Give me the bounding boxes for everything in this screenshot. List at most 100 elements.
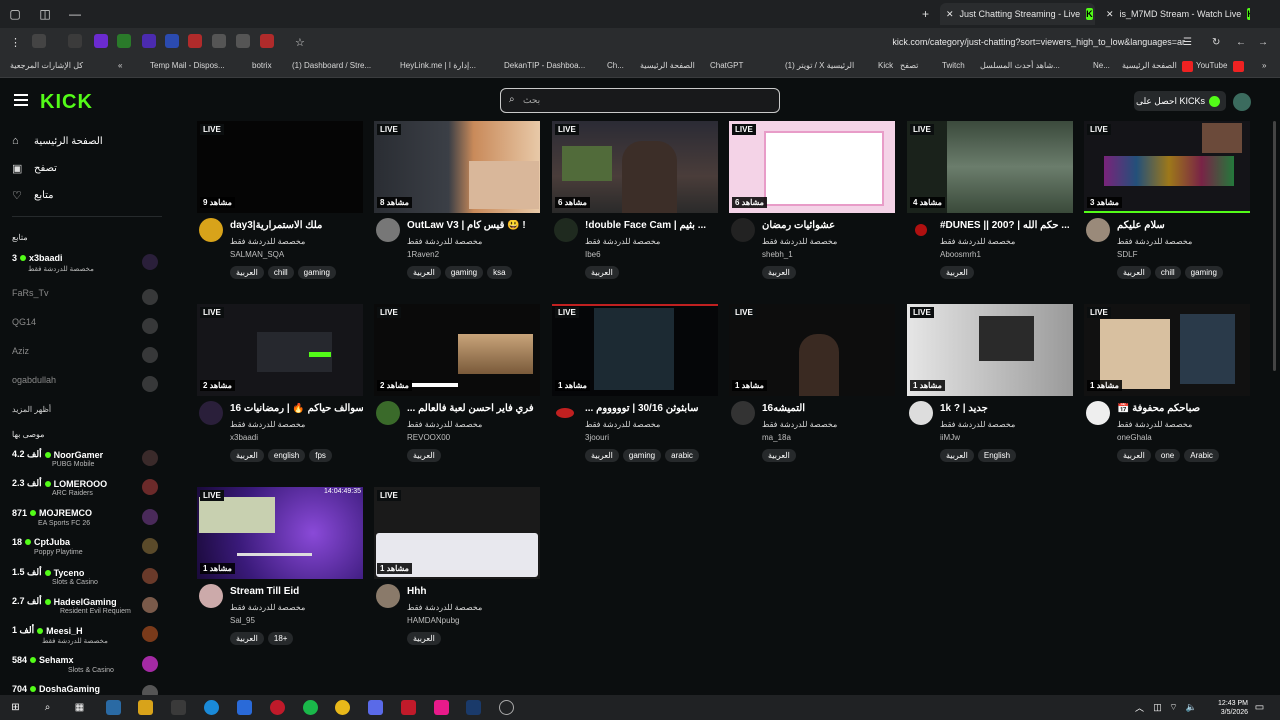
back-icon[interactable]: ← xyxy=(1236,37,1246,48)
streamer-name[interactable]: Sal_95 xyxy=(230,616,255,625)
sidebar-channel-cptjuba[interactable]: 18 CptJuba Poppy Playtime xyxy=(12,536,162,562)
stream-category[interactable]: مخصصة للدردشة فقط xyxy=(230,237,305,246)
streamer-name[interactable]: HAMDANpubg xyxy=(407,616,459,625)
stream-card[interactable]: 14:04:49:35 LIVE 1 مشاهد Stream Till Eid… xyxy=(197,487,363,669)
menu-dots-icon[interactable]: ⋮ xyxy=(10,36,21,49)
reload-icon[interactable]: ↻ xyxy=(1212,37,1220,48)
stream-title[interactable]: day3|ملك الاستمرارية xyxy=(230,220,363,231)
tab-search-icon[interactable]: ◫ xyxy=(30,7,60,21)
stream-card[interactable]: LIVE 3 مشاهد سلام عليكم مخصصة للدردشة فق… xyxy=(1084,121,1250,303)
spotify-icon[interactable] xyxy=(303,700,318,715)
tag[interactable]: العربية xyxy=(1117,266,1151,279)
tag[interactable]: Arabic xyxy=(1184,449,1219,462)
tag[interactable]: gaming xyxy=(622,449,662,462)
stream-title[interactable]: ... سابثوثن 30/16 | توووووم xyxy=(585,403,718,414)
stream-category[interactable]: مخصصة للدردشة فقط xyxy=(230,420,305,429)
avatar[interactable] xyxy=(1086,401,1110,425)
bookmark-heylink[interactable]: HeyLink.me | إدارة ا... xyxy=(400,61,476,70)
windows-start-icon[interactable]: ⊞ xyxy=(8,700,23,715)
avatar[interactable] xyxy=(731,218,755,242)
extension-icon[interactable] xyxy=(68,34,82,48)
sidebar-item-browse[interactable]: ▣ تصفح xyxy=(12,162,57,175)
search-icon[interactable]: ⌕ xyxy=(40,700,55,715)
bookmark-ne[interactable]: Ne... xyxy=(1093,61,1110,70)
stream-title[interactable]: Stream Till Eid xyxy=(230,586,363,597)
stream-title[interactable]: Hhh xyxy=(407,586,540,597)
stream-category[interactable]: مخصصة للدردشة فقط xyxy=(230,603,305,612)
tag[interactable]: ksa xyxy=(487,266,512,279)
tag[interactable]: gaming xyxy=(297,266,336,279)
tag[interactable]: english xyxy=(267,449,306,462)
avatar[interactable] xyxy=(915,224,927,236)
tag[interactable]: العربية xyxy=(407,266,441,279)
sidebar-channel-sehamx[interactable]: 584 Sehamx Slots & Casino xyxy=(12,654,162,680)
extension-icon[interactable] xyxy=(142,34,156,48)
avatar[interactable] xyxy=(554,218,578,242)
stream-category[interactable]: مخصصة للدردشة فقط xyxy=(762,420,837,429)
stream-card[interactable]: LIVE 1 مشاهد 1k ? | جديد مخصصة للدردشة ف… xyxy=(907,304,1073,486)
stream-category[interactable]: مخصصة للدردشة فقط xyxy=(407,237,482,246)
streamer-name[interactable]: Ibe6 xyxy=(585,250,601,259)
clock[interactable]: 12:43 PM 3/5/2026 xyxy=(1218,699,1248,717)
tune-icon[interactable]: ☰ xyxy=(1183,37,1192,48)
sidebar-item-home[interactable]: ⌂ الصفحة الرئيسية xyxy=(12,135,103,147)
profile-avatar-icon[interactable] xyxy=(32,34,46,48)
streamer-name[interactable]: iiMJw xyxy=(940,433,960,442)
streamer-name[interactable]: shebh_1 xyxy=(762,250,793,259)
stream-category[interactable]: مخصصة للدردشة فقط xyxy=(407,420,482,429)
bookmark-temp-mail[interactable]: Temp Mail - Dispos... xyxy=(150,61,225,70)
bookmark-home-2[interactable]: الصفحة الرئيسية xyxy=(1122,61,1177,70)
window-menu-icon[interactable]: ▢ xyxy=(0,7,30,21)
avatar[interactable] xyxy=(556,408,574,418)
tag[interactable]: chill xyxy=(267,266,294,279)
stream-category[interactable]: مخصصة للدردشة فقط xyxy=(940,237,1015,246)
streamer-name[interactable]: 3joouri xyxy=(585,433,609,442)
tag[interactable]: fps xyxy=(309,449,332,462)
avatar[interactable] xyxy=(199,218,223,242)
menu-hamburger-icon[interactable] xyxy=(14,94,28,109)
stream-card[interactable]: LIVE 1 مشاهد التميشه16 مخصصة للدردشة فقط… xyxy=(729,304,895,486)
avatar[interactable] xyxy=(1086,218,1110,242)
stream-card[interactable]: LIVE 2 مشاهد سوالف حياكم 🔥 | رمضانيات 16… xyxy=(197,304,363,486)
stream-card[interactable]: LIVE 6 مشاهد عشوائيات رمضان مخصصة للدردش… xyxy=(729,121,895,303)
extension-icon[interactable] xyxy=(260,34,274,48)
stream-card[interactable]: LIVE 1 مشاهد ... سابثوثن 30/16 | توووووم… xyxy=(552,304,718,486)
more-bookmarks-icon[interactable]: » xyxy=(1262,61,1266,70)
tag[interactable]: العربية xyxy=(230,266,264,279)
streamer-name[interactable]: ma_18a xyxy=(762,433,791,442)
stream-title[interactable]: سلام عليكم xyxy=(1117,220,1250,231)
stream-title[interactable]: عشوائيات رمضان xyxy=(762,220,895,231)
store-icon[interactable] xyxy=(171,700,186,715)
avatar[interactable] xyxy=(731,401,755,425)
sidebar-channel-tyceno[interactable]: 1.5 ألف Tyceno Slots & Casino xyxy=(12,566,162,592)
avatar[interactable] xyxy=(199,584,223,608)
avatar[interactable] xyxy=(199,401,223,425)
stream-title[interactable]: OutLaw V3 | قيس كام 😃 ! xyxy=(407,220,540,231)
avatar[interactable] xyxy=(909,401,933,425)
tab-close-icon[interactable]: ✕ xyxy=(946,9,954,20)
tag[interactable]: العربية xyxy=(585,449,619,462)
tag[interactable]: العربية xyxy=(762,449,796,462)
sidebar-channel-aziz[interactable]: Aziz xyxy=(12,345,162,371)
stream-card[interactable]: LIVE 1 مشاهد Hhh مخصصة للدردشة فقط HAMDA… xyxy=(374,487,540,669)
stream-category[interactable]: مخصصة للدردشة فقط xyxy=(407,603,482,612)
streamer-name[interactable]: x3baadi xyxy=(230,433,258,442)
bookmark-chatgpt[interactable]: ChatGPT xyxy=(710,61,743,70)
tray-icon[interactable]: ◫ xyxy=(1150,700,1165,715)
sidebar-channel-ogabdullah[interactable]: ogabdullah xyxy=(12,374,162,400)
sidebar-channel-hadeelgaming[interactable]: 2.7 ألف HadeelGaming Resident Evil Requie… xyxy=(12,595,162,621)
bookmark-dashboard[interactable]: (1) Dashboard / Stre... xyxy=(292,61,371,70)
bookmark-series[interactable]: شاهد أحدث المسلسل... xyxy=(980,61,1060,70)
bookmark-all[interactable]: كل الإشارات المرجعية xyxy=(10,61,83,70)
stream-title[interactable]: 📅 صباحكم محفوفة xyxy=(1117,403,1250,414)
tag[interactable]: العربية xyxy=(585,266,619,279)
tag[interactable]: chill xyxy=(1154,266,1181,279)
stream-category[interactable]: مخصصة للدردشة فقط xyxy=(762,237,837,246)
kick-logo[interactable]: KICK xyxy=(40,91,93,114)
stream-card[interactable]: LIVE 1 مشاهد 📅 صباحكم محفوفة مخصصة للدرد… xyxy=(1084,304,1250,486)
shield-icon[interactable] xyxy=(236,34,250,48)
tag[interactable]: العربية xyxy=(407,632,441,645)
streamer-name[interactable]: 1Raven2 xyxy=(407,250,439,259)
extension-icon[interactable] xyxy=(165,34,179,48)
edge-icon[interactable] xyxy=(204,700,219,715)
